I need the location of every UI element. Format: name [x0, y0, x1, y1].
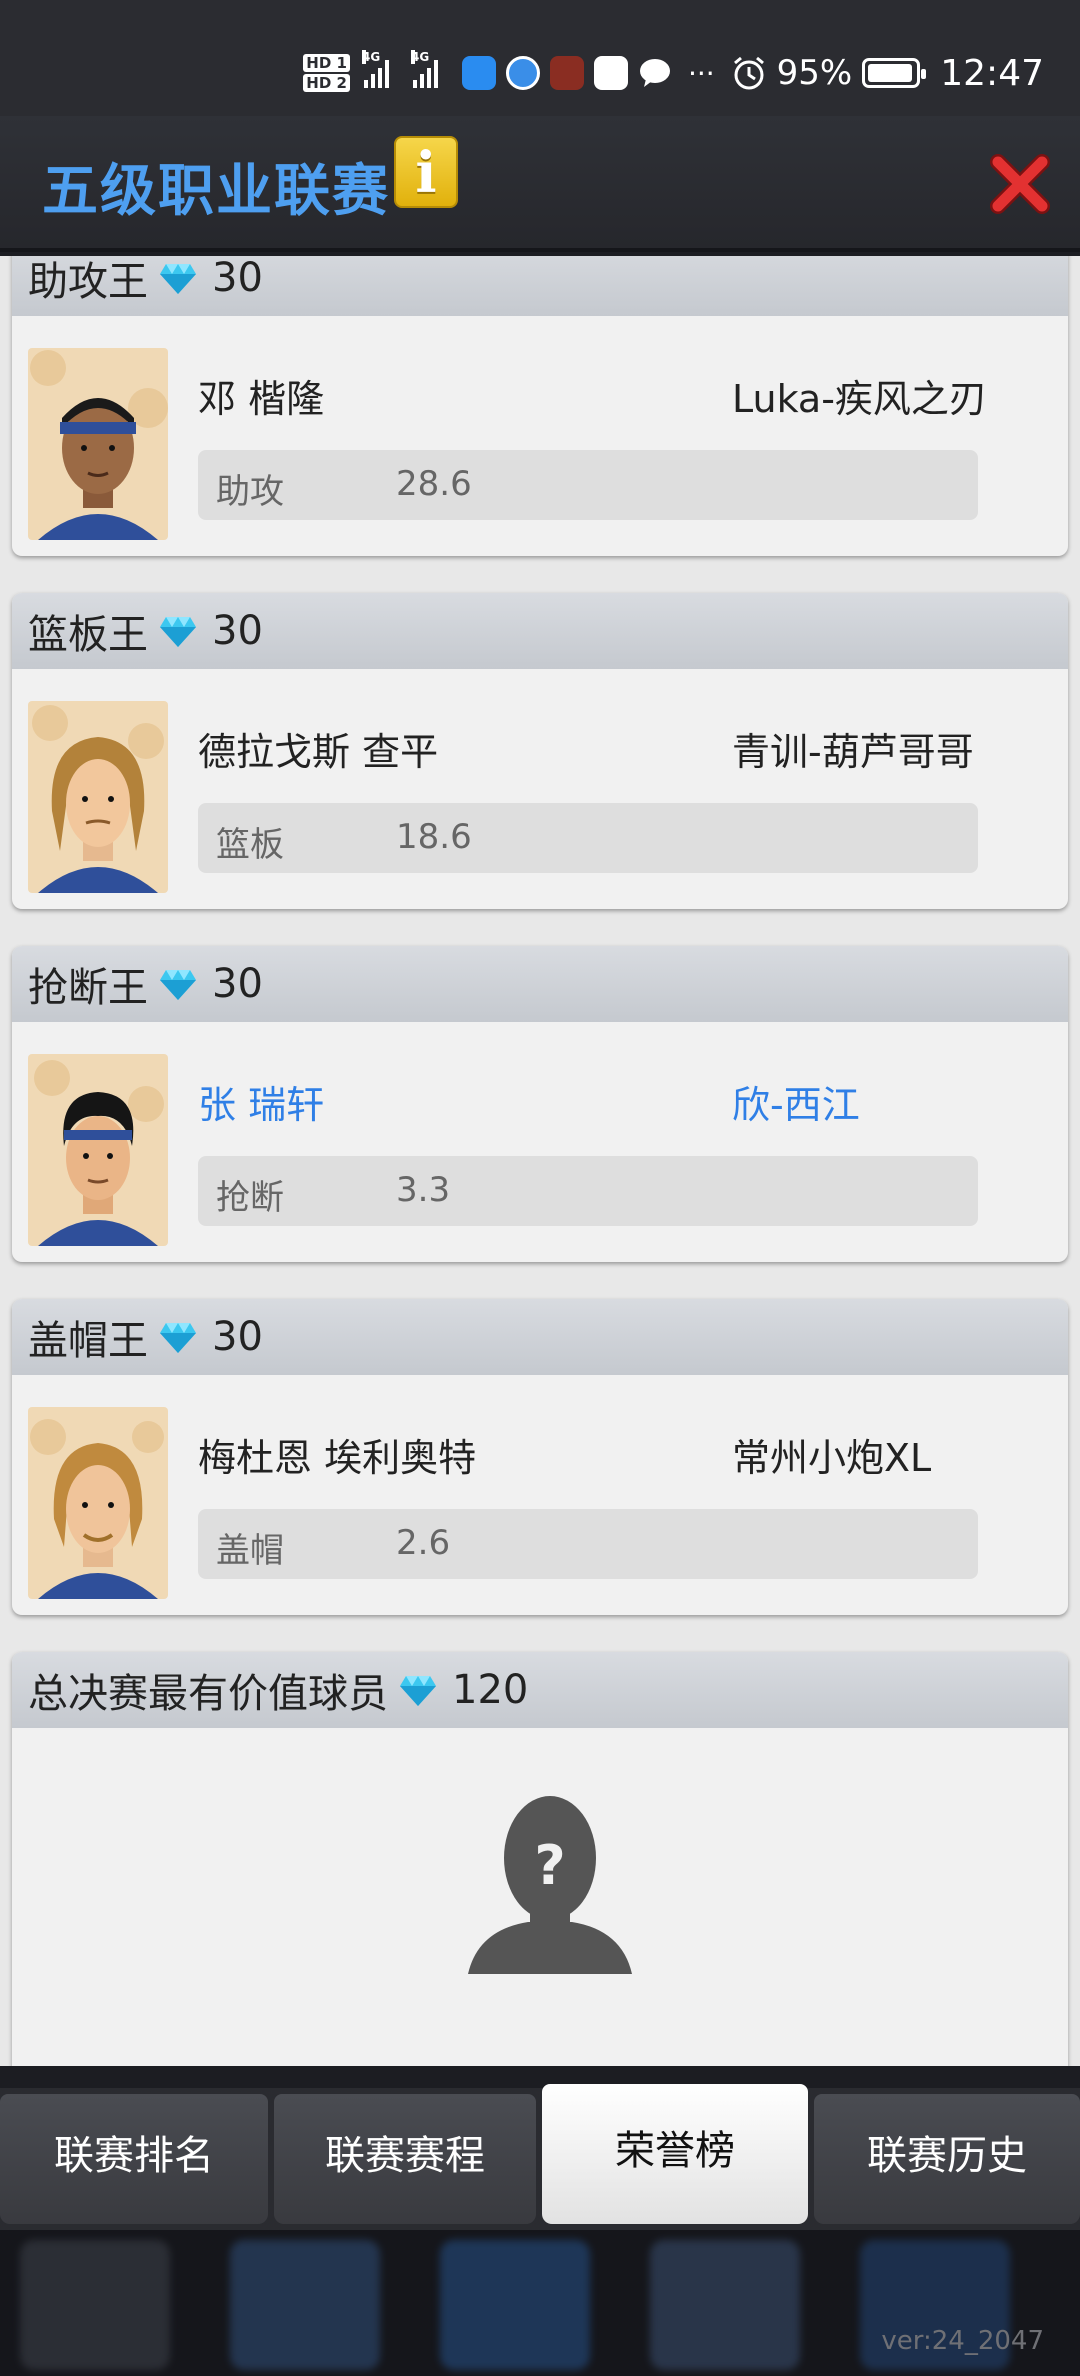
- signal-type-label-2: 4G: [410, 50, 430, 64]
- stat-box: 助攻 28.6: [198, 450, 978, 520]
- player-name[interactable]: 邓 楷隆: [198, 368, 324, 423]
- tab-league-history[interactable]: 联赛历史: [814, 2094, 1080, 2224]
- stat-label: 篮板: [216, 825, 284, 865]
- game-app-icon: [549, 56, 584, 90]
- blurred-nav-icon: [440, 2240, 590, 2370]
- tab-bar: 联赛排名 联赛赛程 荣誉榜 联赛历史: [0, 2084, 1080, 2230]
- background-nav: ver:24_2047: [0, 2230, 1080, 2376]
- chat-icon: [639, 59, 670, 87]
- info-button[interactable]: i: [394, 136, 458, 208]
- stat-value: 2.6: [396, 1523, 451, 1563]
- close-icon[interactable]: [988, 152, 1052, 216]
- award-header: 助攻王 30: [12, 256, 1068, 316]
- award-title: 总决赛最有价值球员: [28, 1671, 388, 1717]
- hd-network-indicator: HD 1 HD 2: [303, 53, 350, 93]
- app-header: 五级职业联赛 i: [0, 116, 1080, 252]
- player-avatar[interactable]: [28, 1054, 168, 1246]
- status-icons: HD 1 HD 2 4G 4G ··· 95% 12:47: [303, 48, 1044, 98]
- diamond-icon: [160, 970, 196, 1000]
- alarm-icon: [733, 56, 764, 90]
- stat-label: 抢断: [216, 1178, 284, 1218]
- award-reward: 30: [212, 256, 263, 301]
- award-header: 篮板王 30: [12, 593, 1068, 669]
- diamond-icon: [160, 264, 196, 294]
- svg-text:?: ?: [534, 1834, 565, 1897]
- stat-box: 篮板 18.6: [198, 803, 978, 873]
- more-notifications-icon: ···: [687, 56, 715, 90]
- shopping-app-icon: [593, 56, 628, 90]
- team-name[interactable]: 欣-西江: [732, 1074, 860, 1129]
- stat-value: 28.6: [396, 464, 472, 504]
- award-header: 盖帽王 30: [12, 1299, 1068, 1375]
- player-name[interactable]: 德拉戈斯 查平: [198, 721, 438, 776]
- stat-box: 抢断 3.3: [198, 1156, 978, 1226]
- stat-label: 盖帽: [216, 1531, 284, 1571]
- award-card-assists: 助攻王 30 邓 楷隆 Luka-疾风之刃 助攻 28.6: [12, 256, 1068, 556]
- page-title: 五级职业联赛: [42, 159, 390, 224]
- battery-icon: [862, 58, 927, 88]
- hd2-label: HD 2: [303, 74, 350, 92]
- stat-box: 盖帽 2.6: [198, 1509, 978, 1579]
- unknown-player-icon: ?: [468, 1796, 632, 1974]
- tab-honor-roll[interactable]: 荣誉榜: [542, 2084, 808, 2224]
- signal-icon-2: 4G: [410, 50, 438, 88]
- award-title: 抢断王: [28, 965, 148, 1011]
- player-name[interactable]: 梅杜恩 埃利奥特: [198, 1427, 476, 1482]
- award-reward: 30: [212, 961, 263, 1007]
- stat-label: 助攻: [216, 472, 284, 512]
- diamond-icon: [160, 617, 196, 647]
- stat-value: 18.6: [396, 817, 472, 857]
- battery-percent: 95%: [776, 53, 853, 93]
- signal-type-label: 4G: [361, 50, 381, 64]
- team-name[interactable]: 青训-葫芦哥哥: [732, 721, 974, 776]
- award-header: 抢断王 30: [12, 946, 1068, 1022]
- award-reward: 30: [212, 1314, 263, 1360]
- award-card-rebounds: 篮板王 30 德拉戈斯 查平 青训-葫芦哥哥 篮板 18.6: [12, 593, 1068, 909]
- diamond-icon: [400, 1676, 436, 1706]
- award-title: 助攻王: [28, 259, 148, 305]
- stat-value: 3.3: [396, 1170, 451, 1210]
- award-card-steals: 抢断王 30 张 瑞轩 欣-西江 抢断 3.3: [12, 946, 1068, 1262]
- blurred-nav-icon: [20, 2240, 170, 2370]
- version-label: ver:24_2047: [881, 2326, 1044, 2356]
- award-title: 盖帽王: [28, 1318, 148, 1364]
- signal-icon: 4G: [361, 50, 389, 88]
- clock: 12:47: [940, 52, 1044, 94]
- status-bar: HD 1 HD 2 4G 4G ··· 95% 12:47: [0, 0, 1080, 116]
- award-card-finals-mvp: 总决赛最有价值球员 120 ?: [12, 1652, 1068, 2066]
- blurred-nav-icon: [230, 2240, 380, 2370]
- blurred-nav-icon: [650, 2240, 800, 2370]
- player-avatar[interactable]: [28, 701, 168, 893]
- diamond-icon: [160, 1323, 196, 1353]
- browser-app-icon: [505, 56, 540, 90]
- team-name[interactable]: Luka-疾风之刃: [732, 368, 987, 423]
- award-reward: 30: [212, 608, 263, 654]
- hd1-label: HD 1: [303, 54, 350, 72]
- award-title: 篮板王: [28, 612, 148, 658]
- honor-list[interactable]: 助攻王 30 邓 楷隆 Luka-疾风之刃 助攻 28.6 篮板王 30 德拉戈…: [0, 256, 1080, 2066]
- player-name[interactable]: 张 瑞轩: [198, 1074, 324, 1129]
- award-header: 总决赛最有价值球员 120: [12, 1652, 1068, 1728]
- weather-app-icon: [461, 56, 496, 90]
- tab-league-schedule[interactable]: 联赛赛程: [274, 2094, 536, 2224]
- player-avatar[interactable]: [28, 348, 168, 540]
- tab-league-ranking[interactable]: 联赛排名: [0, 2094, 268, 2224]
- team-name[interactable]: 常州小炮XL: [732, 1427, 931, 1482]
- player-avatar[interactable]: [28, 1407, 168, 1599]
- award-reward: 120: [452, 1667, 529, 1713]
- award-card-blocks: 盖帽王 30 梅杜恩 埃利奥特 常州小炮XL 盖帽 2.6: [12, 1299, 1068, 1615]
